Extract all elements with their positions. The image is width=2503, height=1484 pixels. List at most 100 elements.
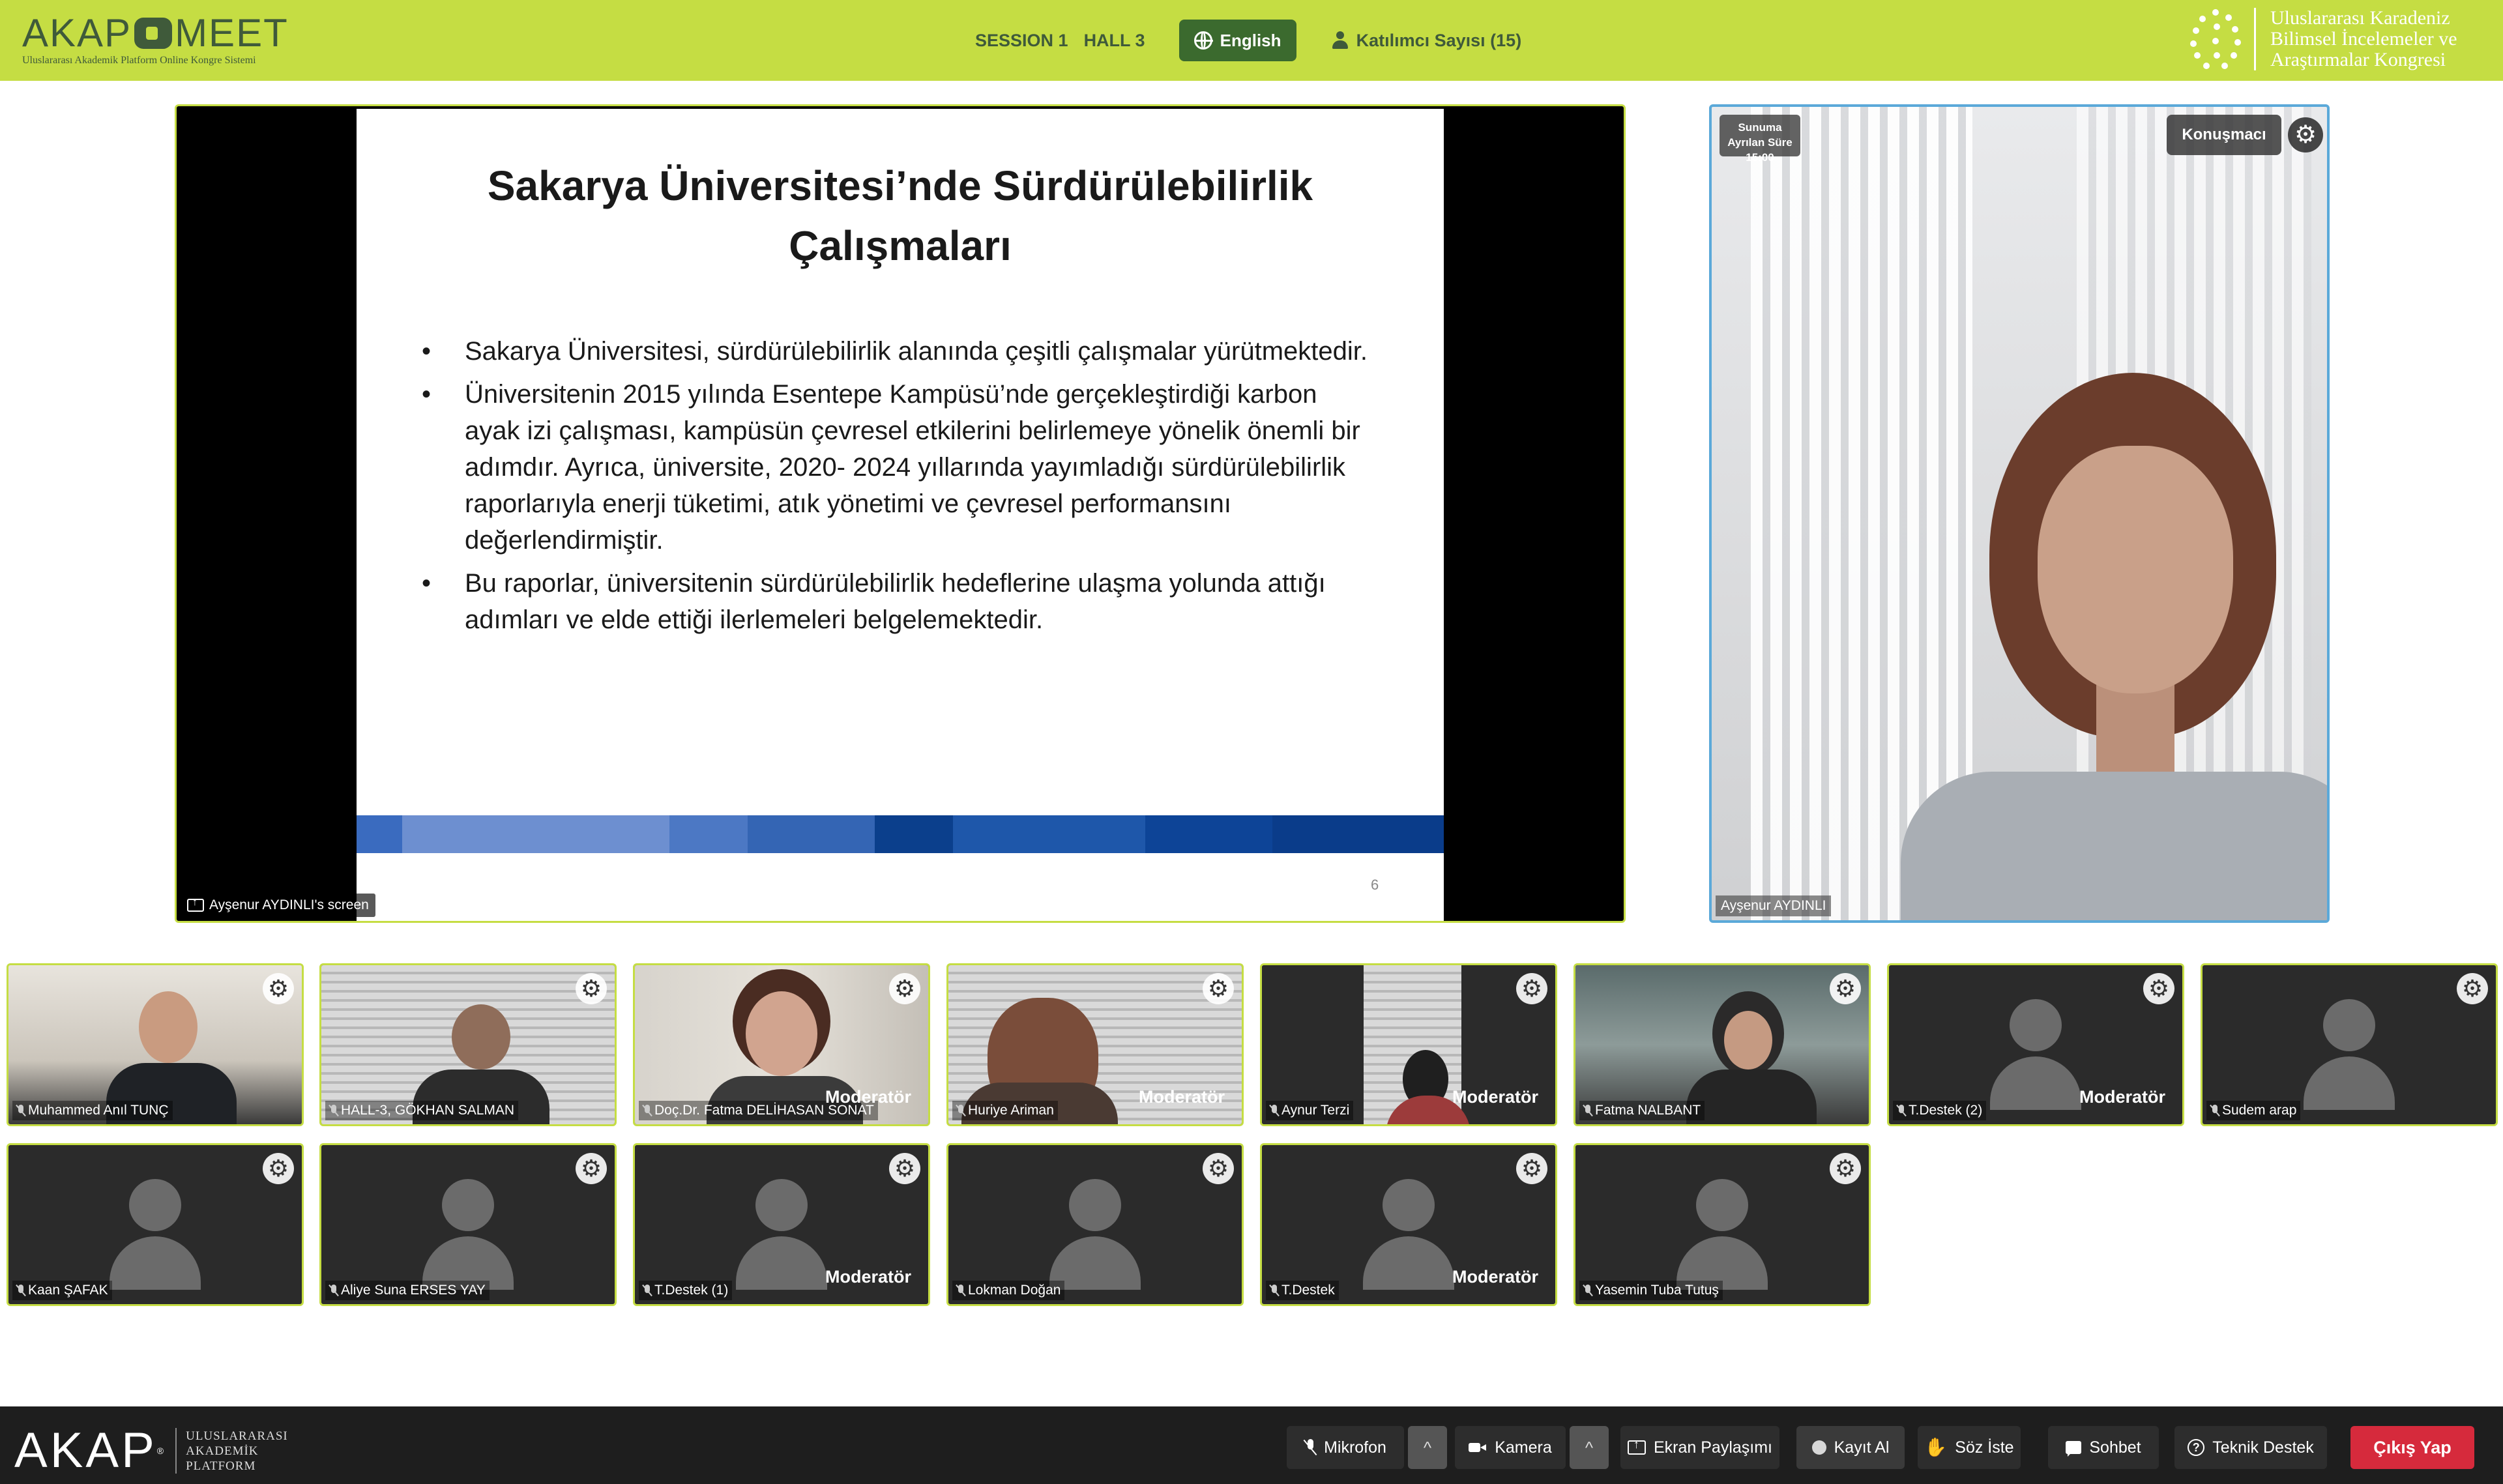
gear-icon[interactable] [1830, 1153, 1861, 1184]
participant-tile[interactable]: Yasemin Tuba Tutuş [1574, 1143, 1871, 1306]
participant-name: Yasemin Tuba Tutuş [1579, 1281, 1723, 1300]
gear-icon[interactable] [1516, 1153, 1547, 1184]
exit-button[interactable]: Çıkış Yap [2350, 1426, 2474, 1469]
avatar-placeholder-icon [1663, 1179, 1781, 1290]
participant-tile[interactable]: Huriye Ariman Moderatör [946, 963, 1244, 1126]
participant-name-text: Fatma NALBANT [1595, 1103, 1701, 1118]
slide-page-number: 6 [1371, 877, 1379, 893]
participant-tile[interactable]: Kaan ŞAFAK [7, 1143, 304, 1306]
mic-off-icon [1270, 1105, 1279, 1116]
participant-tile[interactable]: HALL-3, GÖKHAN SALMAN [319, 963, 617, 1126]
congress-title-line1: Uluslararası Karadeniz [2270, 7, 2450, 29]
akap-meet-logo[interactable]: AKAP MEET Uluslararası Akademik Platform… [22, 13, 289, 66]
participant-name-text: Muhammed Anıl TUNÇ [28, 1103, 169, 1118]
akap-footer-logo: AKAP® ULUSLARARASI AKADEMİK PLATFORM [14, 1426, 288, 1476]
screen-share-label: Ayşenur AYDINLI's screen [181, 894, 375, 917]
speaker-neck [2096, 680, 2174, 785]
dna-dots-icon [2188, 7, 2245, 72]
microphone-button[interactable]: Mikrofon [1287, 1426, 1404, 1469]
congress-title-line2: Bilimsel İncelemeler ve [2270, 28, 2457, 50]
hall-label: HALL 3 [1083, 30, 1145, 50]
participant-tile[interactable]: T.Destek (1) Moderatör [633, 1143, 930, 1306]
mic-off-icon [956, 1285, 965, 1296]
top-bar: AKAP MEET Uluslararası Akademik Platform… [0, 0, 2503, 81]
camera-label: Kamera [1495, 1438, 1552, 1457]
avatar-placeholder-icon [96, 1179, 214, 1290]
logo-wordmark: AKAP MEET [22, 13, 289, 53]
slide-title-line1: Sakarya Üniversitesi’nde Sürdürülebilirl… [487, 162, 1313, 209]
timer-value: 15:00 [1746, 151, 1774, 164]
record-icon [1811, 1440, 1826, 1455]
raise-hand-button[interactable]: ✋ Söz İste [1918, 1426, 2021, 1469]
gear-icon[interactable] [263, 1153, 294, 1184]
moderator-badge: Moderatör [1452, 1087, 1538, 1107]
video-camera-icon [134, 18, 173, 49]
participant-body [1686, 1069, 1817, 1124]
gear-icon[interactable] [576, 973, 607, 1004]
slide-title: Sakarya Üniversitesi’nde Sürdürülebilirl… [357, 156, 1444, 276]
record-button[interactable]: Kayıt Al [1796, 1426, 1905, 1469]
language-label: English [1220, 30, 1281, 50]
participant-tile[interactable]: Fatma NALBANT [1574, 963, 1871, 1126]
microphone-options-button[interactable] [1408, 1426, 1447, 1469]
gear-icon[interactable] [576, 1153, 607, 1184]
mic-off-icon [1270, 1285, 1279, 1296]
gear-icon[interactable] [1516, 973, 1547, 1004]
participant-name: Aliye Suna ERSES YAY [325, 1281, 490, 1300]
slide-bullet: Üniversitenin 2015 yılında Esentepe Kamp… [422, 376, 1373, 559]
participant-name: Fatma NALBANT [1579, 1101, 1705, 1120]
gear-icon[interactable] [1203, 1153, 1234, 1184]
hand-icon: ✋ [1924, 1437, 1948, 1457]
participant-tile[interactable]: Doç.Dr. Fatma DELİHASAN SONAT Moderatör [633, 963, 930, 1126]
chat-button[interactable]: Sohbet [2048, 1426, 2159, 1469]
timer-label: Sunuma Ayrılan Süre [1727, 121, 1793, 149]
avatar-placeholder-icon [2291, 999, 2408, 1110]
logo-text-akap: AKAP [22, 11, 132, 55]
participant-head [1724, 1011, 1772, 1069]
participant-tile[interactable]: Sudem arap [2201, 963, 2498, 1126]
speaker-video-panel[interactable]: Sunuma Ayrılan Süre 15:00 Konuşmacı Ayşe… [1709, 104, 2330, 923]
gear-icon[interactable] [1830, 973, 1861, 1004]
congress-title-line3: Araştırmalar Kongresi [2270, 49, 2446, 70]
participant-tile[interactable]: Aynur Terzi Moderatör [1260, 963, 1557, 1126]
gear-icon[interactable] [2143, 973, 2174, 1004]
gear-icon[interactable] [2457, 973, 2488, 1004]
participant-tile[interactable]: Lokman Doğan [946, 1143, 1244, 1306]
screen-share-owner: Ayşenur AYDINLI's screen [209, 897, 369, 912]
gear-icon[interactable] [263, 973, 294, 1004]
screen-share-button[interactable]: Ekran Paylaşımı [1620, 1426, 1779, 1469]
footer-tagline-line1: ULUSLARARASI [186, 1429, 288, 1443]
language-button[interactable]: English [1178, 20, 1296, 61]
registered-mark-icon: ® [156, 1446, 167, 1456]
mic-off-icon [2210, 1105, 2219, 1116]
participant-name-text: T.Destek (2) [1909, 1103, 1983, 1118]
screen-share-panel[interactable]: Sakarya Üniversitesi’nde Sürdürülebilirl… [175, 104, 1626, 923]
technical-support-button[interactable]: ? Teknik Destek [2174, 1426, 2327, 1469]
gear-icon[interactable] [1203, 973, 1234, 1004]
mic-off-icon [16, 1285, 25, 1296]
microphone-label: Mikrofon [1324, 1438, 1386, 1457]
camera-options-button[interactable] [1570, 1426, 1609, 1469]
gear-icon[interactable] [2288, 117, 2323, 153]
participant-tile[interactable]: T.Destek Moderatör [1260, 1143, 1557, 1306]
participant-tile[interactable]: Aliye Suna ERSES YAY [319, 1143, 617, 1306]
participant-name: T.Destek [1266, 1281, 1339, 1300]
slide-bullet-list: Sakarya Üniversitesi, sürdürülebilirlik … [422, 333, 1373, 645]
gear-icon[interactable] [889, 973, 920, 1004]
gear-icon[interactable] [889, 1153, 920, 1184]
participant-name: T.Destek (2) [1893, 1101, 1987, 1120]
participant-name: Lokman Doğan [952, 1281, 1065, 1300]
participant-name-text: Huriye Ariman [968, 1103, 1054, 1118]
speaker-role-button[interactable]: Konuşmacı [2167, 115, 2281, 155]
participant-name: T.Destek (1) [639, 1281, 733, 1300]
avatar-placeholder-icon [1036, 1179, 1154, 1290]
speaker-face [2038, 446, 2233, 693]
screen-share-icon [187, 897, 204, 912]
moderator-badge: Moderatör [1452, 1267, 1538, 1287]
moderator-badge: Moderatör [1138, 1087, 1225, 1107]
congress-title: Uluslararası Karadeniz Bilimsel İnceleme… [2270, 8, 2457, 70]
participant-tile[interactable]: Muhammed Anıl TUNÇ [7, 963, 304, 1126]
participant-count[interactable]: Katılımcı Sayısı (15) [1332, 31, 1521, 51]
camera-button[interactable]: Kamera [1455, 1426, 1566, 1469]
participant-tile[interactable]: T.Destek (2) Moderatör [1887, 963, 2184, 1126]
